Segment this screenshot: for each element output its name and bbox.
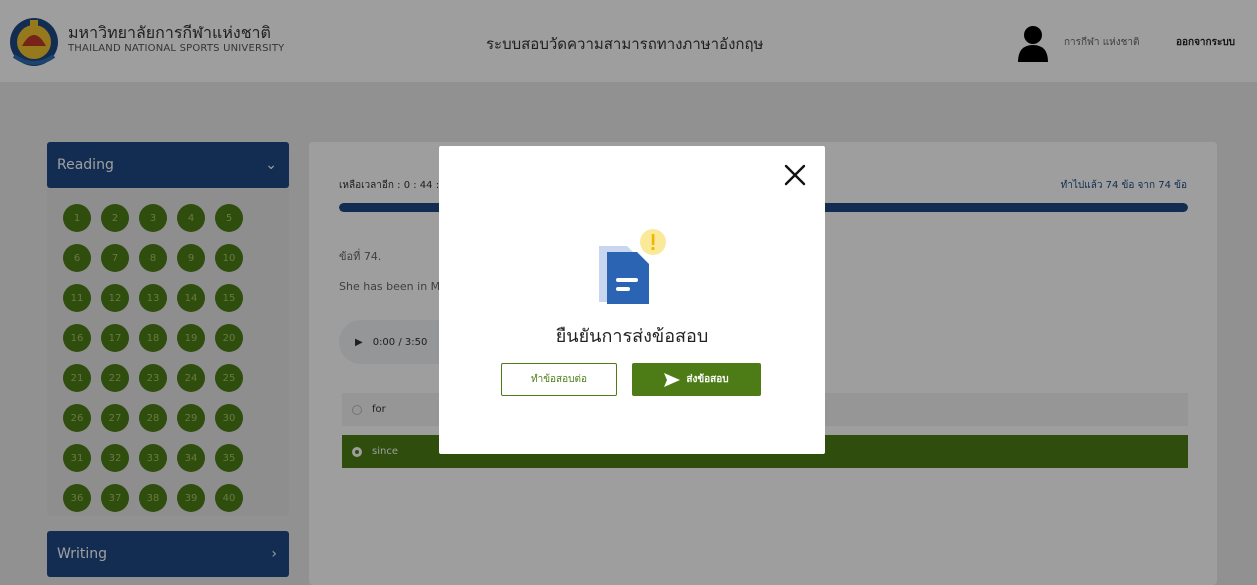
document-alert-icon xyxy=(599,229,666,304)
continue-exam-button[interactable]: ทำข้อสอบต่อ xyxy=(501,363,617,396)
confirm-submit-modal: ยืนยันการส่งข้อสอบ ทำข้อสอบต่อ ส่งข้อสอบ xyxy=(439,146,825,454)
send-icon xyxy=(664,372,681,387)
close-icon[interactable] xyxy=(782,162,808,188)
submit-exam-button[interactable]: ส่งข้อสอบ xyxy=(632,363,761,396)
modal-title: ยืนยันการส่งข้อสอบ xyxy=(555,326,709,347)
submit-label: ส่งข้อสอบ xyxy=(686,374,729,385)
